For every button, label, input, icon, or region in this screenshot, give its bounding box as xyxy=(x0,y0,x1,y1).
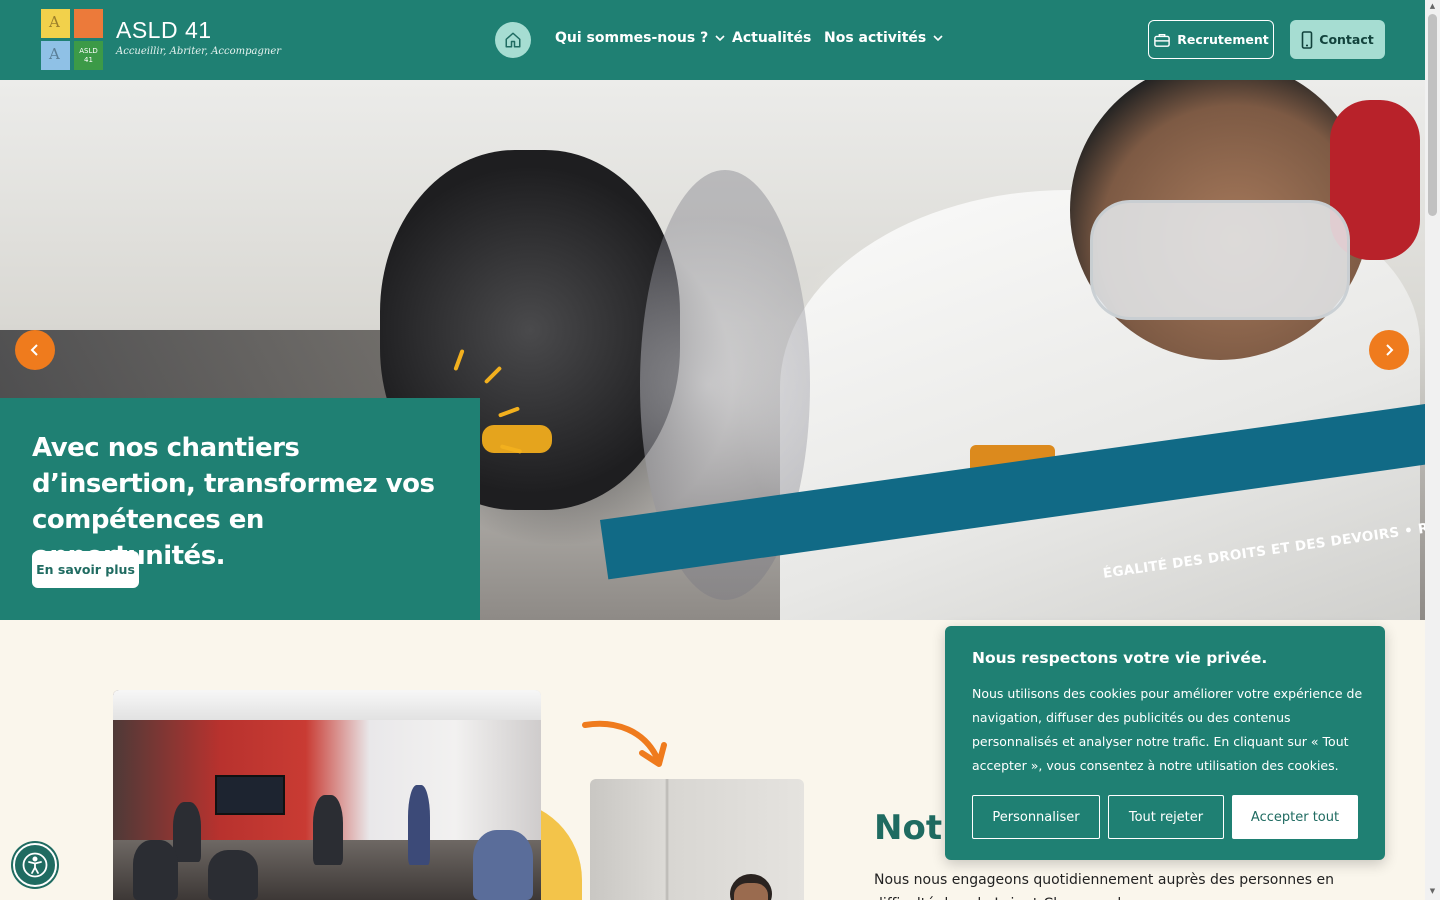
scroll-down-arrow[interactable]: ▼ xyxy=(1428,887,1437,896)
page-scrollbar[interactable]: ▲ ▼ xyxy=(1425,0,1440,900)
carousel-next-button[interactable] xyxy=(1369,330,1409,370)
nav-actualites[interactable]: Actualités xyxy=(732,30,811,46)
chevron-right-icon xyxy=(1386,344,1394,356)
cookie-consent-dialog: Nous respectons votre vie privée. Nous u… xyxy=(945,626,1385,860)
nav-qui-sommes-nous[interactable]: Qui sommes-nous ? xyxy=(555,30,726,46)
cookie-accept-button[interactable]: Accepter tout xyxy=(1232,795,1358,839)
recruitment-button[interactable]: Recrutement xyxy=(1148,20,1274,59)
carousel-prev-button[interactable] xyxy=(15,330,55,370)
chevron-left-icon xyxy=(30,344,38,356)
contact-button[interactable]: Contact xyxy=(1290,20,1385,59)
site-header: A A ASLD 41 ASLD 41 Accueillir, Abriter,… xyxy=(0,0,1425,80)
brand-tagline: Accueillir, Abriter, Accompagner xyxy=(116,46,282,57)
briefcase-icon xyxy=(1154,33,1171,47)
section-text: Nous nous engageons quotidiennement aupr… xyxy=(874,872,1334,900)
cookie-personalize-button[interactable]: Personnaliser xyxy=(972,795,1100,839)
cookie-text: Nous utilisons des cookies pour améliore… xyxy=(972,686,1363,773)
nav-nos-activites[interactable]: Nos activités xyxy=(824,30,944,46)
activity-room-photo xyxy=(113,690,541,900)
hero-caption: Avec nos chantiers d’insertion, transfor… xyxy=(0,398,480,620)
portrait-photo xyxy=(590,779,804,900)
phone-icon xyxy=(1301,30,1313,49)
cookie-title: Nous respectons votre vie privée. xyxy=(972,649,1268,667)
chevron-down-icon xyxy=(933,35,943,42)
accessibility-icon xyxy=(22,852,48,878)
learn-more-button[interactable]: En savoir plus xyxy=(32,551,139,588)
scrollbar-thumb[interactable] xyxy=(1428,14,1437,216)
curved-arrow-icon xyxy=(580,715,670,775)
brand-name[interactable]: ASLD 41 xyxy=(116,17,212,44)
home-button[interactable] xyxy=(495,22,531,58)
chevron-down-icon xyxy=(715,35,725,42)
logo-badge: ASLD 41 xyxy=(74,41,103,70)
site-logo[interactable]: A A ASLD 41 xyxy=(41,9,103,70)
scroll-up-arrow[interactable]: ▲ xyxy=(1428,2,1437,11)
cookie-reject-button[interactable]: Tout rejeter xyxy=(1108,795,1224,839)
accessibility-button[interactable] xyxy=(13,843,57,887)
home-icon xyxy=(505,32,521,48)
